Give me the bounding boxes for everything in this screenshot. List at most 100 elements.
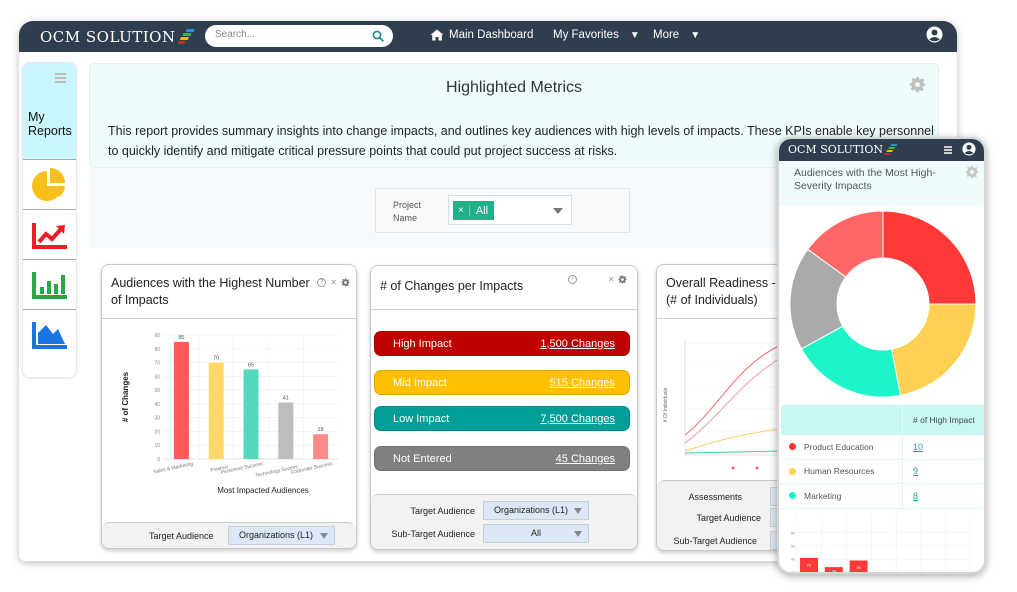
mobile-preview: OCM SOLUTION Audiences with the Most Hig… [777, 137, 986, 574]
gear-icon[interactable] [341, 278, 350, 287]
pie-chart-icon [31, 167, 65, 201]
nav-main-dashboard[interactable]: Main Dashboard [430, 29, 533, 41]
nav-more[interactable]: More ▼ [653, 29, 700, 41]
changes-per-impacts-widget: # of Changes per Impacts › ✕ High Impact… [370, 265, 638, 550]
audiences-impacts-widget: Audiences with the Highest Number of Imp… [101, 264, 357, 549]
top-navbar: OCM SOLUTION Main Dashboard My Favorites… [19, 21, 957, 52]
y-tick-label: 70 [154, 361, 160, 367]
y-tick-label: 50 [154, 388, 160, 394]
filter-label: Target Audience [149, 530, 214, 541]
series-pending [684, 428, 782, 452]
widget-title: Overall Readiness - (# of Individuals) [666, 275, 776, 309]
sub-target-audience-filter: Sub-Target Audience All [371, 524, 589, 543]
impact-row-not-entered[interactable]: Not Entered 45 Changes [374, 446, 630, 471]
brand-logo[interactable]: OCM SOLUTION [40, 28, 195, 46]
project-name-select[interactable]: × All [448, 195, 572, 225]
sub-target-audience-select[interactable]: All [483, 524, 589, 543]
y-tick-label: 60 [154, 374, 160, 380]
gear-icon[interactable] [965, 165, 979, 179]
impact-row-low[interactable]: Low Impact 7,500 Changes [374, 406, 630, 431]
y-tick-label: 90 [154, 333, 160, 339]
chip-label: All [475, 204, 489, 217]
bar-value-label: 18 [318, 427, 324, 433]
info-icon[interactable]: › [568, 275, 577, 284]
nav-my-favorites[interactable]: My Favorites ▼ [553, 29, 640, 41]
filter-label: Assessments [688, 491, 742, 502]
chart-legend [731, 466, 783, 470]
trend-up-icon [31, 222, 67, 249]
stacked-bar-chart: 304050601625343911 [791, 515, 971, 574]
impact-row-high[interactable]: High Impact 1,500 Changes [374, 331, 630, 356]
widget-footer: Target Audience Organizations (L1) Sub-T… [371, 494, 637, 549]
impact-count-link[interactable]: 7,500 Changes [540, 413, 615, 425]
sidebar-item-bar-report[interactable] [23, 259, 76, 309]
impact-label: High Impact [393, 337, 452, 350]
divider [371, 309, 637, 310]
chip-remove-button[interactable]: × [453, 205, 470, 216]
y-tick-label: 40 [791, 558, 795, 562]
info-icon[interactable]: ? [317, 278, 327, 287]
widget-title: Audiences with the Most High-Severity Im… [794, 167, 936, 192]
home-icon [430, 29, 444, 41]
search-input[interactable] [215, 29, 365, 40]
x-axis-label: Most Impacted Audiences [217, 486, 309, 495]
row-value-link[interactable]: 10 [903, 442, 984, 452]
widget-tools: ? ✕ [317, 278, 350, 287]
row-label: Product Education [804, 441, 874, 452]
search-icon[interactable] [372, 30, 384, 42]
legend-low-readiness [755, 466, 759, 470]
filter-label: Target Audience [696, 512, 761, 523]
severity-donut-chart [789, 210, 977, 398]
x-tick-label: Sales & Marketing [153, 461, 194, 475]
select-value: All [530, 528, 541, 538]
nav-label: More [653, 29, 680, 41]
hamburger-menu-icon[interactable] [944, 146, 952, 155]
impact-label: Not Entered [393, 452, 452, 465]
mobile-navbar: OCM SOLUTION [779, 139, 984, 161]
row-value-link[interactable]: 9 [903, 466, 984, 476]
brand-name: OCM SOLUTION [40, 28, 176, 46]
bar-value-label: 70 [213, 356, 219, 362]
sidebar-header: My Reports [23, 63, 76, 159]
gear-icon[interactable] [909, 76, 926, 93]
impact-count-link[interactable]: 515 Changes [550, 377, 615, 389]
close-icon[interactable]: ✕ [608, 275, 615, 284]
search-box[interactable] [205, 25, 393, 47]
user-circle-icon[interactable] [926, 26, 943, 43]
impact-row-mid[interactable]: Mid Impact 515 Changes [374, 370, 630, 395]
table-header: # of High Impact [781, 405, 984, 435]
area-chart-icon [31, 321, 67, 349]
table-row: Marketing 8 [781, 484, 984, 509]
dropdown-caret-icon[interactable] [553, 208, 563, 214]
divider [102, 318, 356, 319]
row-value-link[interactable]: 8 [903, 491, 984, 501]
brand-mark-icon [177, 29, 195, 45]
brand-name: OCM SOLUTION [788, 143, 884, 156]
hamburger-menu-icon[interactable] [55, 73, 66, 85]
gear-icon[interactable] [618, 275, 627, 284]
close-icon[interactable]: ✕ [330, 278, 337, 287]
dropdown-caret-icon [319, 533, 328, 539]
y-axis-label: # of Changes [121, 371, 130, 422]
impact-label: Mid Impact [393, 376, 447, 389]
project-filter: Project Name × All [375, 188, 630, 233]
target-audience-filter: Target Audience Organizations (L1) [149, 526, 335, 545]
user-circle-icon[interactable] [962, 142, 976, 156]
brand-logo[interactable]: OCM SOLUTION [788, 143, 898, 156]
impact-count-link[interactable]: 1,500 Changes [540, 338, 615, 350]
target-audience-select[interactable]: Organizations (L1) [483, 501, 589, 520]
target-audience-filter: Target Audience Organizations (L1) [371, 501, 589, 520]
sidebar-item-trend-report[interactable] [23, 209, 76, 259]
target-audience-select[interactable]: Organizations (L1) [227, 526, 335, 545]
sidebar-item-area-report[interactable] [23, 309, 76, 359]
header-cell [781, 405, 903, 435]
sidebar-item-pie-report[interactable] [23, 159, 76, 209]
y-tick-label: 80 [154, 347, 160, 353]
impact-count-link[interactable]: 45 Changes [556, 453, 615, 465]
caret-down-icon: ▼ [629, 29, 640, 41]
project-chip: × All [453, 201, 495, 220]
y-tick-label: 30 [791, 571, 795, 574]
legend-dot [789, 492, 796, 500]
nav-label: My Favorites [553, 29, 619, 41]
series-high-readiness [684, 450, 782, 454]
